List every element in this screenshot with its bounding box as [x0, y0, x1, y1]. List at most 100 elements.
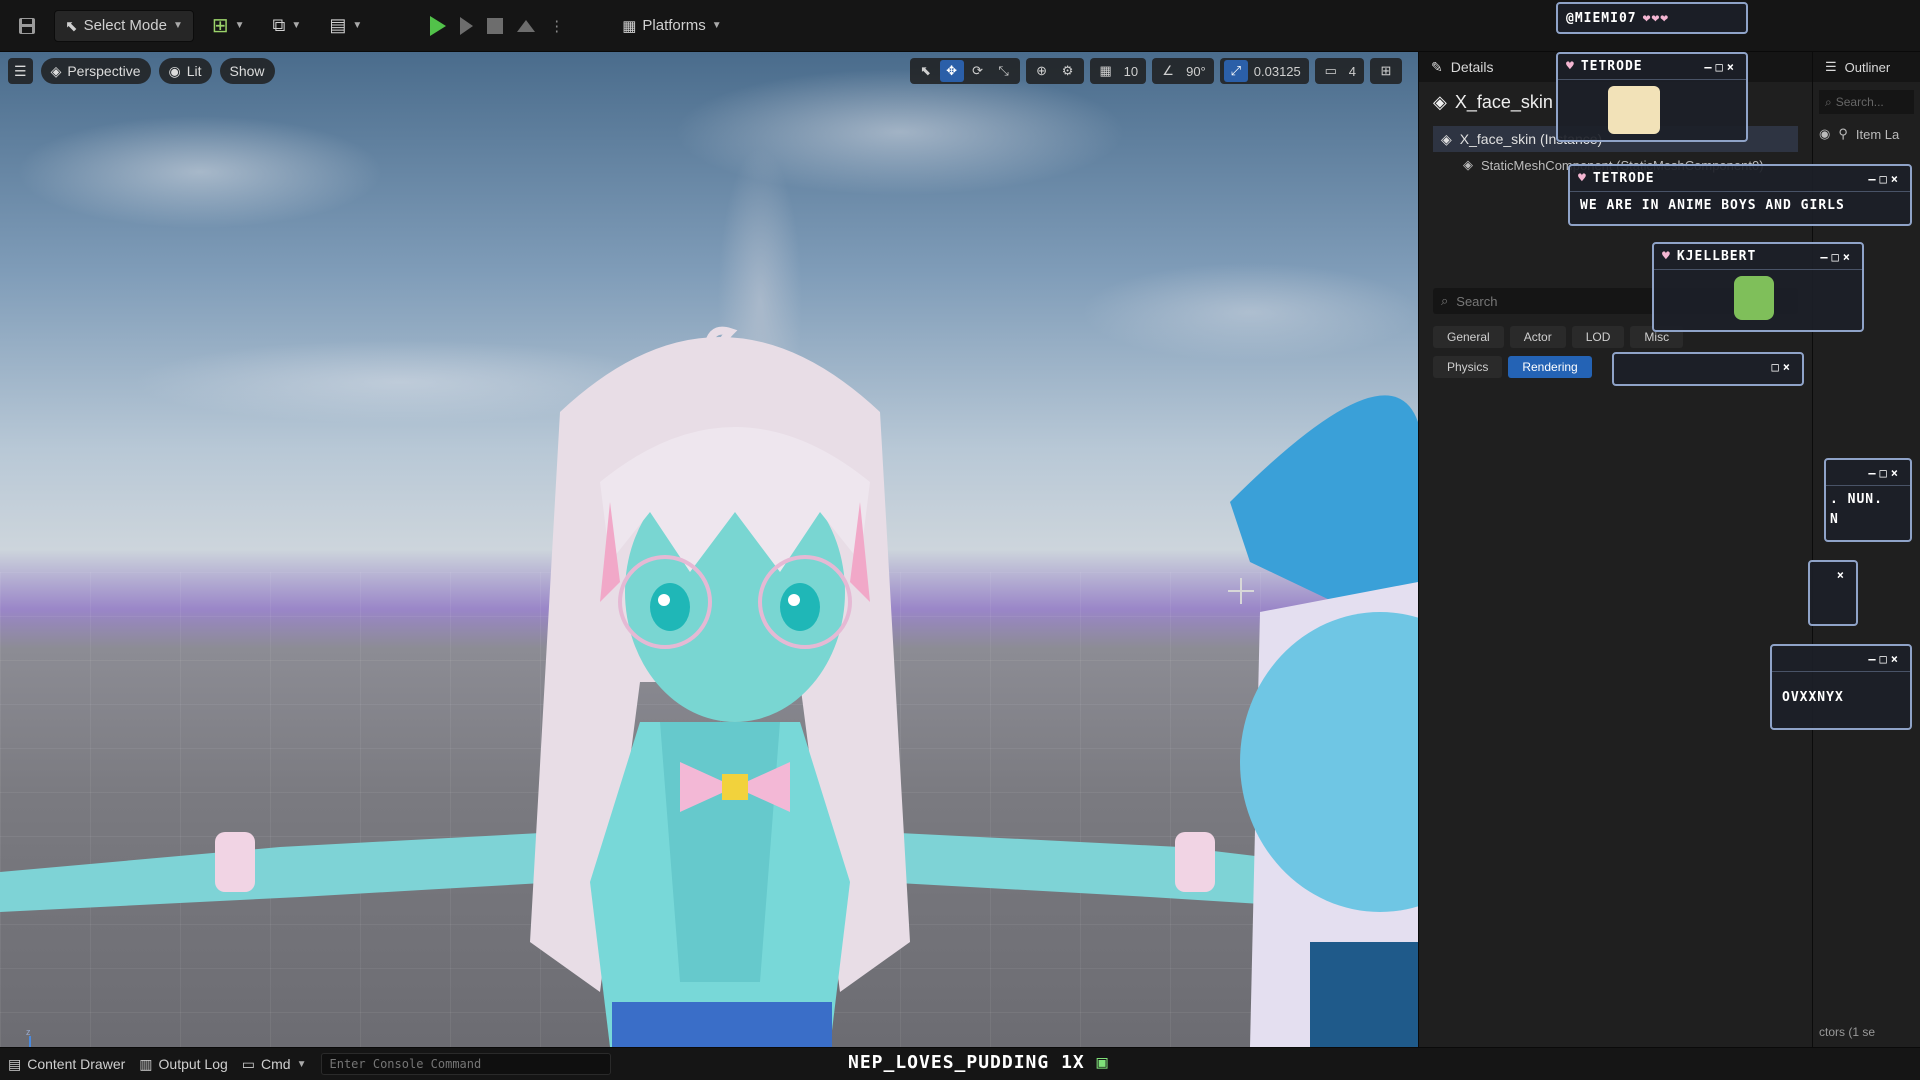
- cinematics-button[interactable]: ▤ ▼: [319, 10, 372, 42]
- play-controls: ⋮: [420, 10, 574, 42]
- eye-icon[interactable]: ◉: [1819, 126, 1830, 142]
- details-tab-label: Details: [1450, 59, 1494, 75]
- chat-card-1-head: ♥ TETRODE –□×: [1558, 54, 1746, 80]
- select-icon[interactable]: ⬉: [914, 60, 938, 82]
- window-controls-icon[interactable]: –□×: [1820, 250, 1854, 264]
- transform-tools: ⬉ ✥ ⟳ ⤡ ⊕ ⚙ ▦ 10 ∠ 90° ⤢ 0.03125 ▭ 4 ⊞: [909, 58, 1402, 84]
- translate-icon[interactable]: ✥: [939, 60, 964, 82]
- filter-tab-physics[interactable]: Physics: [1433, 356, 1503, 378]
- chat-card-top: @MIEMI07 ❤❤❤: [1556, 2, 1748, 34]
- chat-username: TETRODE: [1580, 59, 1643, 74]
- platforms-icon: ▦: [622, 17, 637, 35]
- chat-card-6: ×: [1808, 560, 1858, 626]
- level-viewport[interactable]: z: [0, 52, 1418, 1047]
- pencil-icon: ✎: [1431, 58, 1443, 75]
- filter-tab-actor[interactable]: Actor: [1509, 326, 1566, 348]
- filter-tab-rendering[interactable]: Rendering: [1508, 356, 1592, 378]
- chat-username: @MIEMI07: [1566, 10, 1637, 26]
- scale-snap-group[interactable]: ⤢ 0.03125: [1219, 58, 1309, 84]
- play-icon[interactable]: [430, 15, 447, 36]
- mesh-icon: ◈: [1463, 157, 1473, 172]
- chevron-down-icon: ▼: [291, 20, 302, 31]
- scale-snap-icon: ⤢: [1223, 60, 1248, 82]
- outliner-header: ◉ ⚲ Item La: [1813, 122, 1920, 146]
- grid-snap-group[interactable]: ▦ 10: [1089, 58, 1147, 84]
- show-label: Show: [229, 63, 265, 79]
- chat-card-2-head: ♥ TETRODE –□×: [1570, 166, 1910, 192]
- terminal-icon: ▭: [241, 1055, 256, 1072]
- chevron-down-icon: ▼: [172, 20, 183, 31]
- console-input[interactable]: [320, 1053, 611, 1075]
- platforms-dropdown[interactable]: ▦ Platforms ▼: [612, 10, 731, 42]
- chat-card-top-head: @MIEMI07 ❤❤❤: [1558, 4, 1746, 32]
- mesh-icon: ◈: [1441, 130, 1452, 147]
- window-controls-icon[interactable]: –□×: [1704, 60, 1738, 74]
- angle-snap-group[interactable]: ∠ 90°: [1152, 58, 1214, 84]
- chat-card-1-body: [1558, 80, 1746, 140]
- content-drawer-label: Content Drawer: [27, 1056, 126, 1072]
- select-mode-dropdown[interactable]: ⬉ Select Mode ▼: [54, 9, 194, 42]
- layout-button[interactable]: ⊞: [1370, 58, 1402, 84]
- viewport-crosshair: [1228, 578, 1254, 604]
- gift-icon: ▣: [1096, 1052, 1109, 1073]
- chat-message: . NUN.: [1830, 492, 1883, 507]
- chat-card-6-head: ×: [1810, 562, 1856, 588]
- cmd-dropdown[interactable]: ▭ Cmd ▼: [242, 1056, 307, 1073]
- ticker-text: NEP_LOVES_PUDDING 1X: [848, 1052, 1085, 1073]
- outliner-tab-label: Outliner: [1844, 59, 1891, 75]
- stop-icon[interactable]: [487, 17, 504, 34]
- chat-username: TETRODE: [1592, 171, 1655, 186]
- rotate-icon[interactable]: ⟳: [966, 60, 990, 82]
- more-options-icon[interactable]: ⋮: [549, 17, 564, 35]
- surface-snap-icon[interactable]: ⚙: [1056, 60, 1080, 82]
- outliner-tab[interactable]: ☰ Outliner: [1813, 52, 1920, 82]
- heart-icons: ❤❤❤: [1642, 10, 1670, 26]
- outliner-search-input[interactable]: ⌕ Search...: [1819, 90, 1914, 114]
- list-icon: ☰: [1825, 59, 1837, 74]
- chat-card-3-body: [1654, 270, 1862, 326]
- globe-icon[interactable]: ⊕: [1030, 60, 1054, 82]
- eject-icon[interactable]: [517, 19, 536, 32]
- chat-card-3: ♥ KJELLBERT –□×: [1652, 242, 1864, 332]
- svg-text:z: z: [26, 1030, 31, 1037]
- step-icon[interactable]: [460, 16, 474, 35]
- sphere-icon: ◉: [168, 62, 181, 79]
- viewport-toolbar: ☰ ◈ Perspective ◉ Lit Show ⬉ ✥ ⟳ ⤡ ⊕ ⚙ ▦…: [0, 52, 1418, 90]
- camera-speed-group[interactable]: ▭ 4: [1314, 58, 1364, 84]
- chat-card-3-head: ♥ KJELLBERT –□×: [1654, 244, 1862, 270]
- output-log-button[interactable]: ▥ Output Log: [139, 1056, 228, 1073]
- platforms-label: Platforms: [642, 17, 706, 34]
- perspective-label: Perspective: [67, 63, 141, 79]
- filter-tab-lod[interactable]: LOD: [1571, 326, 1625, 348]
- folder-icon: ▤: [8, 1055, 22, 1072]
- chat-username: KJELLBERT: [1676, 249, 1757, 264]
- window-controls-icon[interactable]: □×: [1772, 360, 1794, 374]
- cursor-icon: ⬉: [65, 17, 78, 35]
- chat-card-5: –□× . NUN. N: [1824, 458, 1912, 542]
- chat-card-2: ♥ TETRODE –□× WE ARE IN ANIME BOYS AND G…: [1568, 164, 1912, 226]
- blueprint-button[interactable]: ⧉ ▼: [263, 10, 312, 42]
- actor-name[interactable]: X_face_skin: [1455, 92, 1553, 113]
- chat-card-5-body: . NUN. N: [1826, 486, 1910, 534]
- filter-tab-general[interactable]: General: [1433, 326, 1504, 348]
- outliner-search-placeholder: Search...: [1835, 95, 1884, 109]
- window-controls-icon[interactable]: –□×: [1868, 172, 1902, 186]
- show-button[interactable]: Show: [219, 58, 275, 84]
- outliner-footer: ctors (1 se: [1819, 1025, 1876, 1039]
- close-icon[interactable]: ×: [1837, 568, 1848, 582]
- details-search-placeholder: Search: [1456, 293, 1498, 309]
- content-drawer-button[interactable]: ▤ Content Drawer: [8, 1056, 125, 1073]
- chat-message: N: [1830, 512, 1839, 527]
- search-icon: ⌕: [1441, 293, 1449, 308]
- window-controls-icon[interactable]: –□×: [1868, 652, 1902, 666]
- add-actor-button[interactable]: ⊞ ▼: [202, 10, 255, 42]
- blueprint-icon: ⧉: [272, 15, 286, 35]
- save-icon[interactable]: [8, 10, 46, 42]
- lit-button[interactable]: ◉ Lit: [158, 58, 212, 84]
- pin-icon[interactable]: ⚲: [1838, 126, 1848, 142]
- window-controls-icon[interactable]: –□×: [1868, 466, 1902, 480]
- viewport-menu-icon[interactable]: ☰: [8, 58, 33, 84]
- scale-icon[interactable]: ⤡: [992, 60, 1016, 82]
- grid-snap-value: 10: [1123, 63, 1139, 79]
- perspective-button[interactable]: ◈ Perspective: [40, 58, 151, 84]
